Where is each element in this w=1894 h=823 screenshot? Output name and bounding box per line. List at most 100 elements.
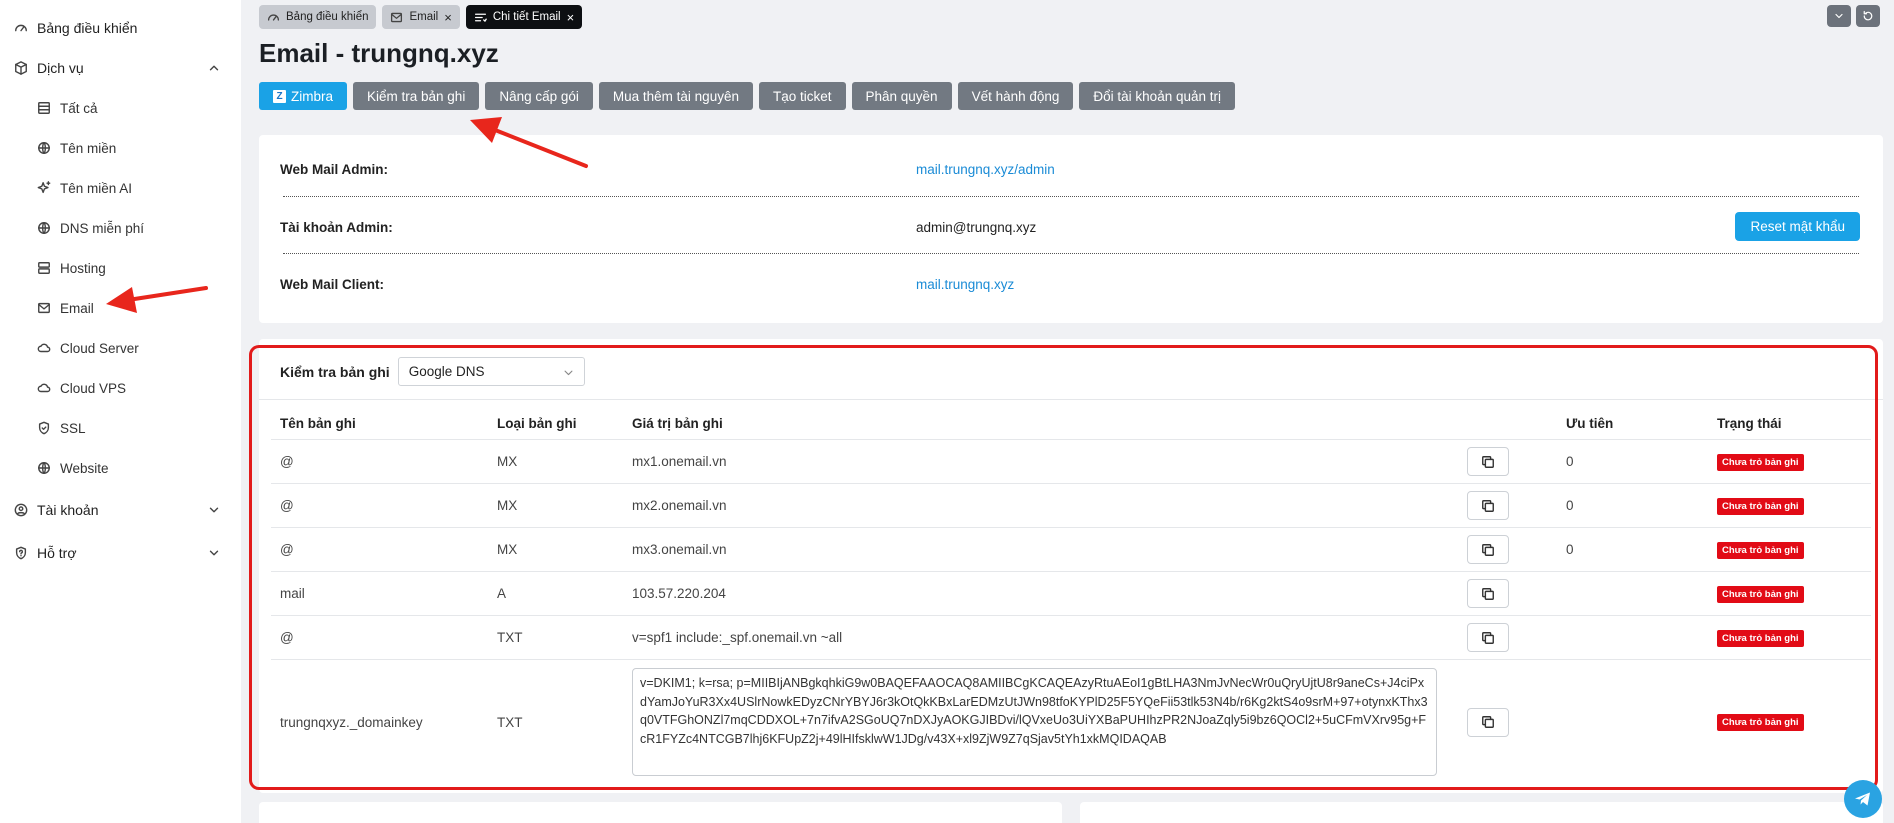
activity-log-button[interactable]: Vết hành động	[957, 82, 1074, 110]
close-icon[interactable]: ×	[567, 11, 575, 24]
sparkle-icon	[37, 181, 51, 195]
upgrade-plan-button[interactable]: Nâng cấp gói	[485, 82, 593, 110]
sidebar-item-all[interactable]: Tất cả	[0, 88, 241, 128]
webmail-client-link[interactable]: mail.trungnq.xyz	[916, 277, 1014, 292]
globe-icon	[37, 141, 51, 155]
permissions-button[interactable]: Phân quyền	[851, 82, 952, 110]
chevron-down-icon	[1835, 13, 1843, 19]
server-icon	[37, 261, 51, 275]
mail-icon	[390, 11, 403, 24]
copy-button[interactable]	[1467, 447, 1509, 476]
table-row: @ TXT v=spf1 include:_spf.onemail.vn ~al…	[271, 616, 1871, 660]
webmail-admin-link[interactable]: mail.trungnq.xyz/admin	[916, 162, 1055, 177]
detail-icon	[474, 11, 487, 24]
sidebar-item-hosting[interactable]: Hosting	[0, 248, 241, 288]
globe-icon	[37, 461, 51, 475]
record-name: @	[280, 498, 294, 513]
status-badge: Chưa trỏ bản ghi	[1717, 453, 1804, 471]
gauge-icon	[267, 11, 280, 24]
button-label: Phân quyền	[865, 88, 938, 104]
zimbra-logo-icon: Z	[273, 89, 286, 103]
status-badge: Chưa trỏ bản ghi	[1717, 497, 1804, 515]
button-label: Tạo ticket	[772, 88, 832, 104]
create-ticket-button[interactable]: Tạo ticket	[758, 82, 846, 110]
sidebar-item-label: Hỗ trợ	[37, 545, 77, 561]
dns-provider-select[interactable]: Google DNS	[397, 357, 585, 386]
sidebar-item-cloud-vps[interactable]: Cloud VPS	[0, 368, 241, 408]
records-table: Tên bản ghi Loại bản ghi Giá trị bản ghi…	[271, 408, 1871, 784]
record-value: mx2.onemail.vn	[632, 498, 727, 513]
top-right-controls	[1827, 5, 1880, 27]
telegram-icon	[1855, 792, 1870, 806]
zimbra-button[interactable]: Z Zimbra	[259, 82, 348, 110]
copy-button[interactable]	[1467, 579, 1509, 608]
tab-dashboard[interactable]: Bảng điều khiển	[259, 5, 377, 29]
sidebar-item-free-dns[interactable]: DNS miễn phí	[0, 208, 241, 248]
table-row: @ MX mx1.onemail.vn 0 Chưa trỏ bản ghi	[271, 440, 1871, 484]
sidebar-item-ssl[interactable]: SSL	[0, 408, 241, 448]
table-row: mail A 103.57.220.204 Chưa trỏ bản ghi	[271, 572, 1871, 616]
page-title: Email - trungnq.xyz	[259, 38, 499, 68]
action-bar: Z Zimbra Kiểm tra bản ghi Nâng cấp gói Mu…	[259, 82, 1235, 110]
sidebar-item-account[interactable]: Tài khoản	[0, 490, 241, 530]
close-icon[interactable]: ×	[444, 11, 452, 24]
tab-label: Email	[409, 11, 439, 23]
shield-icon	[37, 421, 51, 435]
help-icon	[14, 546, 28, 560]
copy-button[interactable]	[1467, 623, 1509, 652]
record-type: MX	[497, 454, 518, 469]
refresh-icon	[1863, 10, 1873, 21]
col-record-name: Tên bản ghi	[280, 416, 356, 431]
table-row-dkim: trungnqxyz._domainkey TXT v=DKIM1; k=rsa…	[271, 660, 1871, 784]
bottom-card-left	[259, 802, 1062, 823]
sidebar-item-services[interactable]: Dịch vụ	[0, 48, 241, 88]
change-admin-account-button[interactable]: Đổi tài khoản quản trị	[1079, 82, 1235, 110]
copy-icon	[1482, 631, 1494, 644]
dkim-value-textarea[interactable]: v=DKIM1; k=rsa; p=MIIBIjANBgkqhkiG9w0BAQ…	[632, 668, 1437, 776]
check-records-button[interactable]: Kiểm tra bản ghi	[353, 82, 480, 110]
tab-label: Chi tiết Email	[492, 11, 561, 23]
button-label: Vết hành động	[971, 88, 1060, 104]
record-value: v=spf1 include:_spf.onemail.vn ~all	[632, 630, 843, 645]
sidebar-item-domains[interactable]: Tên miền	[0, 128, 241, 168]
copy-button[interactable]	[1467, 707, 1509, 737]
sidebar-sub-label: Cloud Server	[60, 340, 139, 356]
record-name: @	[280, 542, 294, 557]
refresh-button[interactable]	[1856, 5, 1880, 27]
copy-icon	[1482, 499, 1494, 512]
chevron-down-icon	[207, 546, 221, 560]
record-priority: 0	[1566, 542, 1574, 557]
tab-email[interactable]: Email ×	[382, 5, 460, 29]
record-name: trungnqxyz._domainkey	[280, 714, 423, 730]
sidebar-item-cloud-server[interactable]: Cloud Server	[0, 328, 241, 368]
records-header: Kiểm tra bản ghi Google DNS	[280, 357, 585, 386]
copy-button[interactable]	[1467, 491, 1509, 520]
col-record-type: Loại bản ghi	[497, 416, 577, 431]
chevron-down-icon	[563, 366, 574, 381]
sidebar-item-website[interactable]: Website	[0, 448, 241, 488]
bottom-card-right	[1080, 802, 1883, 823]
dns-provider-value: Google DNS	[408, 364, 485, 379]
telegram-button[interactable]	[1844, 780, 1882, 818]
copy-button[interactable]	[1467, 535, 1509, 564]
globe-icon	[37, 221, 51, 235]
record-type: A	[497, 586, 507, 601]
record-type: TXT	[497, 630, 523, 645]
buy-resources-button[interactable]: Mua thêm tài nguyên	[598, 82, 753, 110]
button-label: Zimbra	[291, 88, 334, 104]
sidebar-item-dashboard[interactable]: Bảng điều khiển	[0, 8, 241, 48]
sidebar-item-email[interactable]: Email	[0, 288, 241, 328]
admin-account-value: admin@trungnq.xyz	[916, 219, 1037, 235]
table-row: @ MX mx3.onemail.vn 0 Chưa trỏ bản ghi	[271, 528, 1871, 572]
sidebar-item-support[interactable]: Hỗ trợ	[0, 533, 241, 573]
copy-icon	[1482, 543, 1494, 556]
reset-password-button[interactable]: Reset mật khẩu	[1735, 212, 1860, 241]
sidebar-item-ai-domains[interactable]: Tên miền AI	[0, 168, 241, 208]
chevron-up-icon	[207, 61, 221, 75]
tab-label: Bảng điều khiển	[286, 11, 369, 23]
sidebar-sub-label: SSL	[60, 420, 86, 436]
status-badge: Chưa trỏ bản ghi	[1717, 714, 1804, 731]
tabs-dropdown-button[interactable]	[1827, 5, 1851, 27]
tab-email-detail[interactable]: Chi tiết Email ×	[465, 5, 583, 29]
status-badge: Chưa trỏ bản ghi	[1717, 541, 1804, 559]
